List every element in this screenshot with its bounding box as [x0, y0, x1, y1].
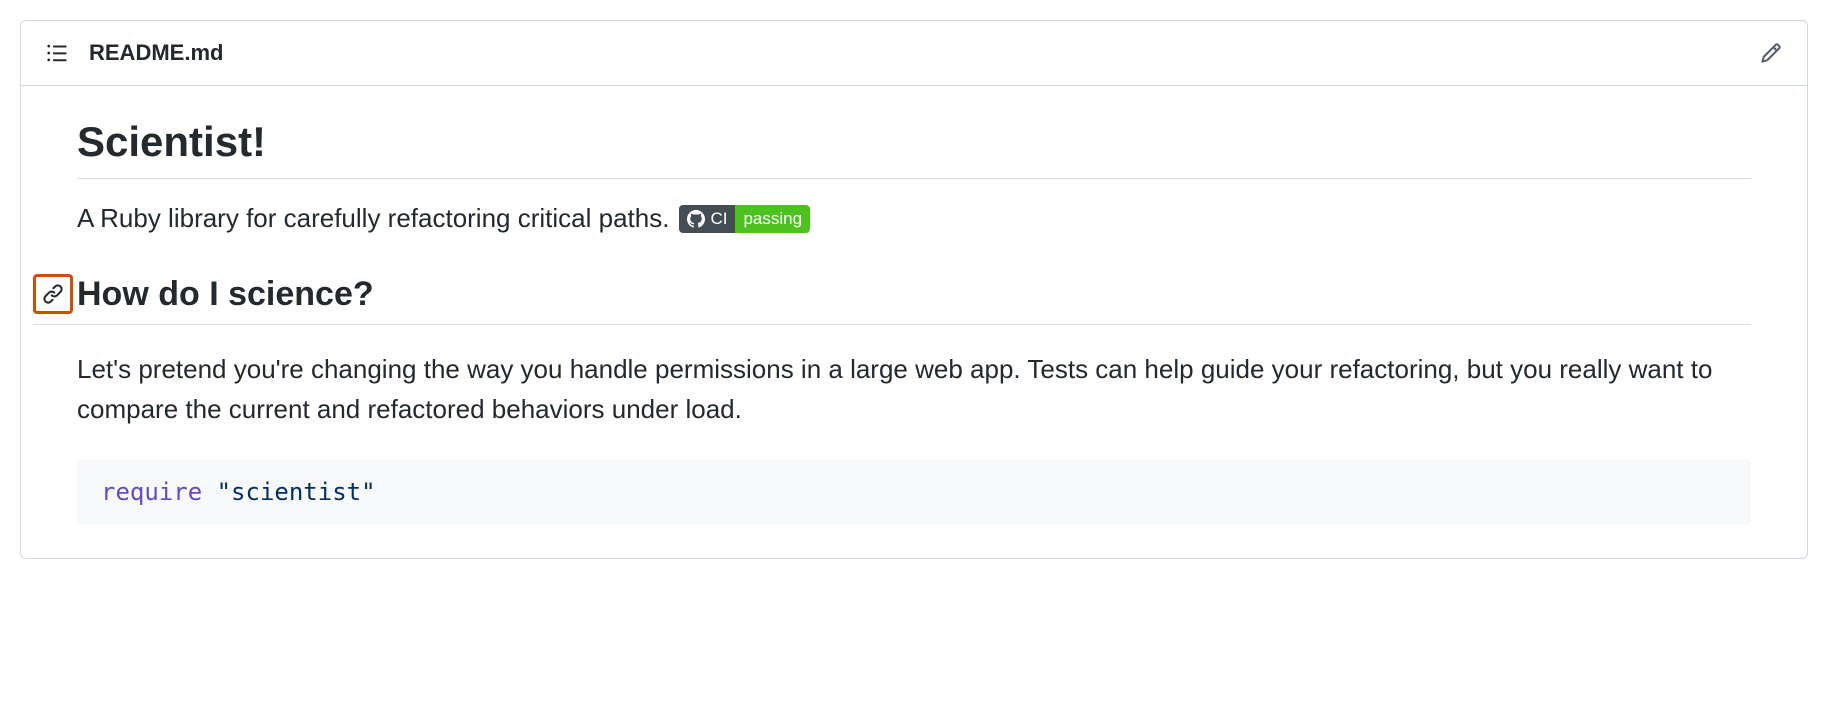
readme-filename: README.md: [89, 40, 223, 66]
toc-button[interactable]: [41, 37, 73, 69]
anchor-link[interactable]: [33, 274, 73, 314]
section-heading-row: How do I science?: [33, 274, 1751, 325]
code-string: "scientist": [217, 478, 376, 506]
code-block: require "scientist": [77, 458, 1751, 526]
section-paragraph: Let's pretend you're changing the way yo…: [77, 349, 1751, 430]
edit-button[interactable]: [1755, 37, 1787, 69]
ci-badge[interactable]: CI passing: [679, 205, 810, 233]
badge-left: CI: [679, 205, 735, 233]
github-icon: [687, 210, 705, 228]
link-icon: [42, 283, 64, 305]
description-text: A Ruby library for carefully refactoring…: [77, 203, 669, 234]
section-heading: How do I science?: [77, 275, 374, 314]
readme-body: Scientist! A Ruby library for carefully …: [21, 86, 1807, 558]
page-title: Scientist!: [77, 118, 1751, 179]
badge-label: CI: [710, 209, 727, 229]
badge-status: passing: [735, 205, 810, 233]
pencil-icon: [1760, 42, 1782, 64]
list-icon: [46, 42, 68, 64]
description-row: A Ruby library for carefully refactoring…: [77, 203, 1751, 234]
readme-header: README.md: [21, 21, 1807, 86]
code-keyword: require: [101, 478, 202, 506]
readme-box: README.md Scientist! A Ruby library for …: [20, 20, 1808, 559]
